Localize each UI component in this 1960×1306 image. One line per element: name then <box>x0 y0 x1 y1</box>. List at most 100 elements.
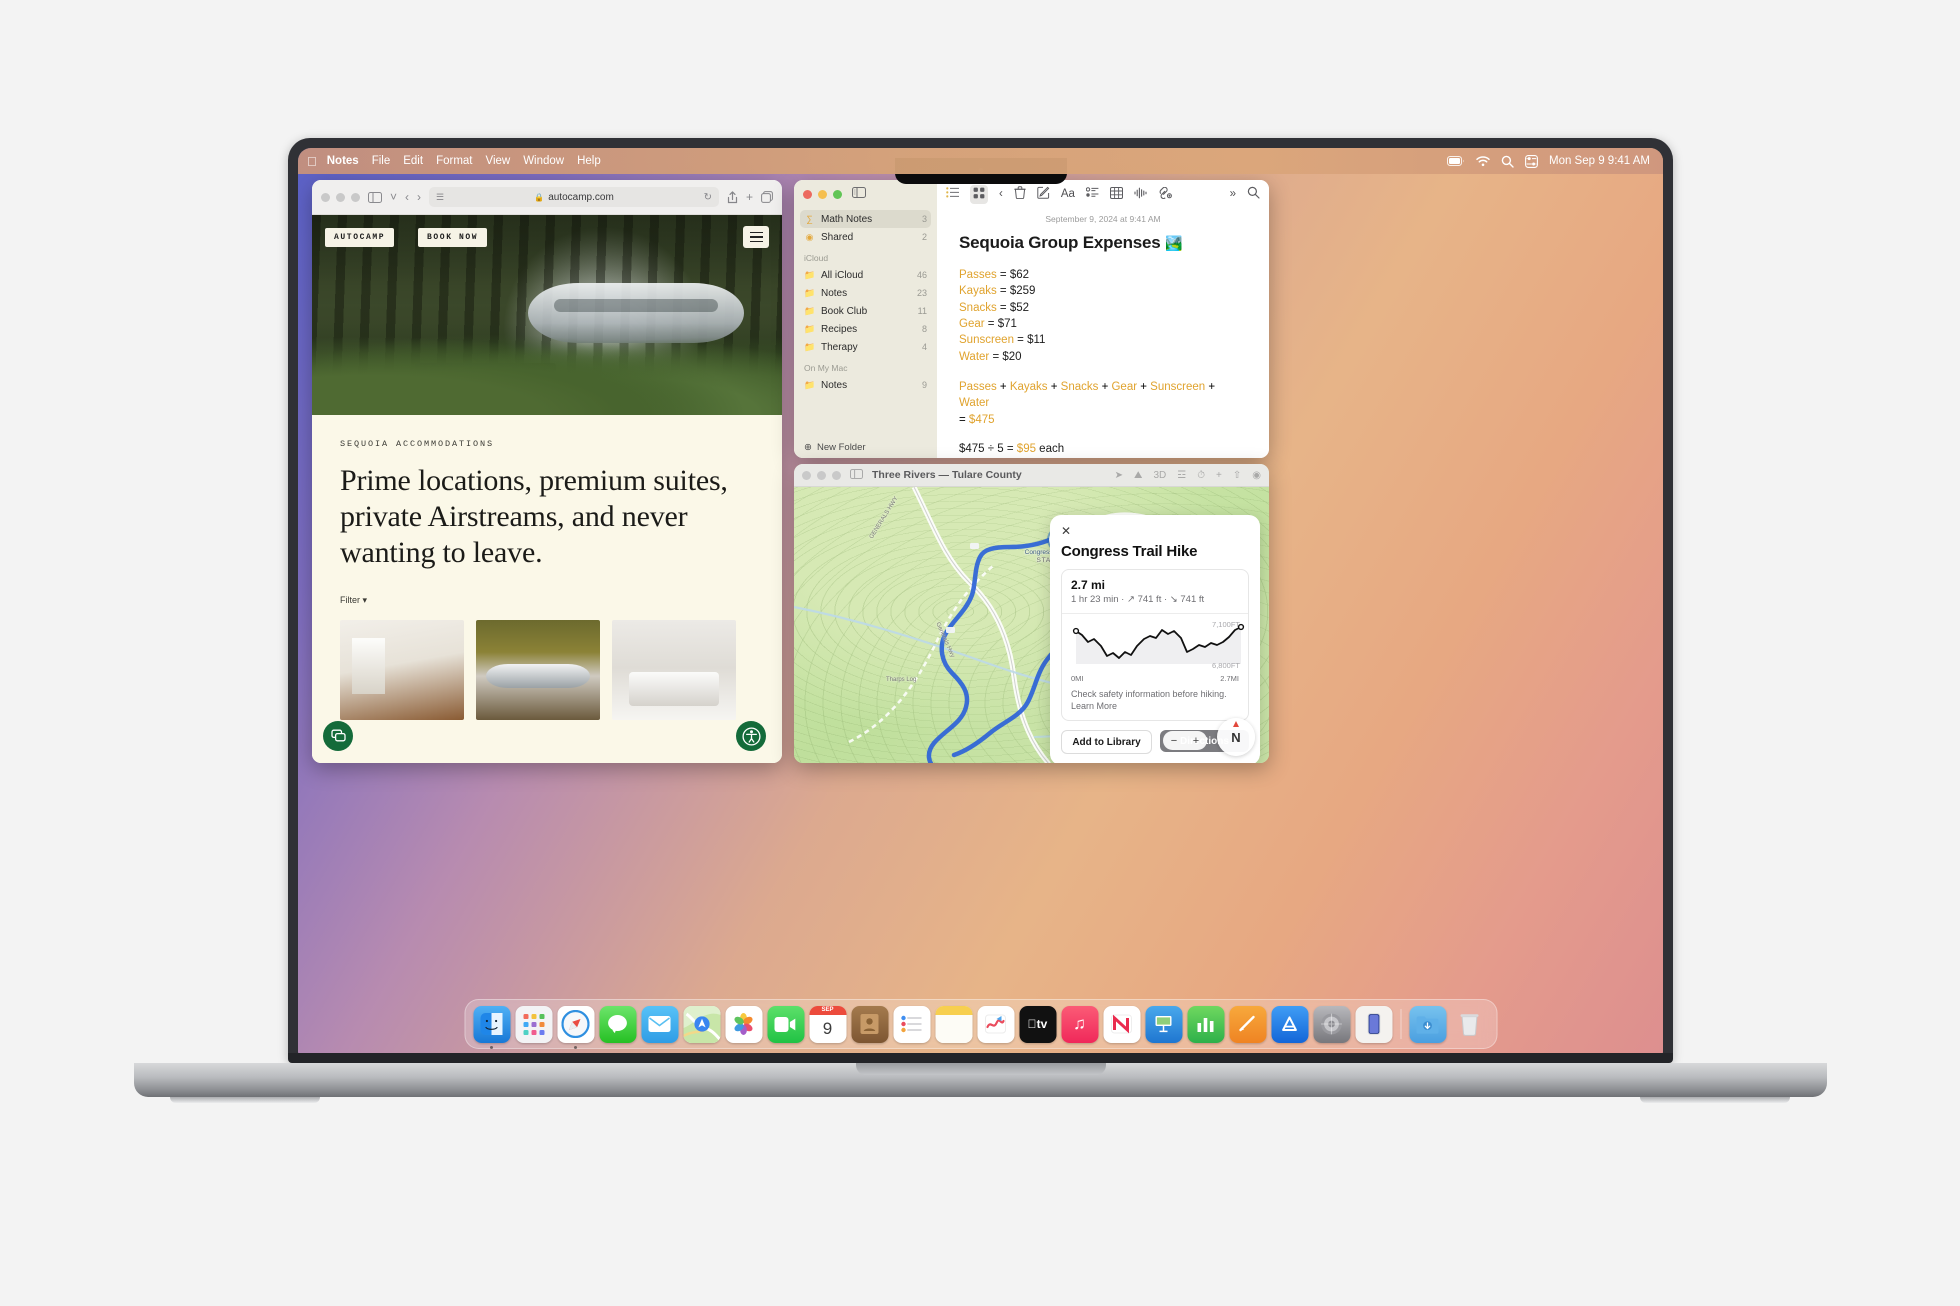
search-icon[interactable] <box>1501 155 1514 168</box>
compose-icon[interactable] <box>1037 186 1050 202</box>
safari-window[interactable]: ˅ ‹ › ☰ 🔒 autocamp.com ↻ + AUTOCAMP BOOK… <box>312 180 782 763</box>
back-icon[interactable]: ‹ <box>999 188 1003 200</box>
sidebar-item-recipes[interactable]: 📁 Recipes 8 <box>800 320 931 338</box>
dock-item-mail[interactable] <box>641 1005 678 1043</box>
control-center-icon[interactable] <box>1525 154 1538 168</box>
sidebar-item-notes[interactable]: 📁 Notes 23 <box>800 284 931 302</box>
maps-window[interactable]: Three Rivers — Tulare County ➤ ⛰ 3D ☲ ⏱ … <box>794 464 1269 763</box>
window-traffic-lights[interactable] <box>321 192 360 202</box>
listing-thumbnail[interactable] <box>340 620 464 720</box>
dock-item-notes[interactable] <box>935 1005 972 1043</box>
note-editor[interactable]: September 9, 2024 at 9:41 AM Sequoia Gro… <box>937 208 1269 458</box>
menu-hamburger-icon[interactable] <box>743 226 769 248</box>
new-tab-button[interactable]: + <box>746 190 753 204</box>
close-icon[interactable]: ✕ <box>1061 525 1249 537</box>
address-bar[interactable]: ☰ 🔒 autocamp.com ↻ <box>429 187 719 207</box>
dock-item-trash[interactable] <box>1451 1006 1488 1043</box>
sidebar-icon[interactable] <box>850 466 863 484</box>
tab-overview-button[interactable] <box>761 191 773 203</box>
learn-more-link[interactable]: Learn More <box>1071 701 1117 711</box>
listing-thumbnail[interactable] <box>612 620 736 720</box>
zoom-out-button[interactable]: − <box>1171 735 1177 747</box>
dock-item-messages[interactable] <box>599 1005 636 1043</box>
dock-item-launchpad[interactable] <box>515 1005 552 1043</box>
sidebar-chevron-down-icon[interactable]: ˅ <box>390 190 397 204</box>
filter-control[interactable]: Filter ▾ <box>340 595 754 606</box>
dock-item-contacts[interactable] <box>851 1005 888 1043</box>
dock-item-downloads[interactable] <box>1409 1005 1446 1043</box>
add-to-library-button[interactable]: Add to Library <box>1061 730 1152 755</box>
sidebar-icon[interactable] <box>368 191 382 203</box>
dock-item-app-store[interactable] <box>1271 1005 1308 1043</box>
checklist-icon[interactable] <box>1085 187 1099 201</box>
notes-window[interactable]: ‹ Aa » ∑ Math Notes 3 ◉ Shared 2 iCloud … <box>794 180 1269 458</box>
zoom-button[interactable] <box>351 192 360 202</box>
share-icon[interactable]: ⇧ <box>1233 470 1241 481</box>
menu-bar-clock[interactable]: Mon Sep 9 9:41 AM <box>1549 155 1650 167</box>
list-view-icon[interactable] <box>946 187 959 201</box>
reader-view-icon[interactable]: ☰ <box>436 192 444 203</box>
battery-icon[interactable] <box>1446 156 1465 166</box>
window-traffic-lights[interactable] <box>803 189 842 199</box>
sidebar-item-math-notes[interactable]: ∑ Math Notes 3 <box>800 210 931 228</box>
window-traffic-lights[interactable] <box>802 470 841 480</box>
dock-item-safari[interactable] <box>557 1005 594 1049</box>
minimize-button[interactable] <box>336 192 345 202</box>
transit-icon[interactable]: ⛰ <box>1134 470 1142 481</box>
dock-item-keynote[interactable] <box>1145 1005 1182 1043</box>
menu-item-edit[interactable]: Edit <box>403 155 423 167</box>
dock-item-news[interactable] <box>1103 1005 1140 1043</box>
book-now-button[interactable]: BOOK NOW <box>418 228 488 247</box>
menu-item-window[interactable]: Window <box>523 155 564 167</box>
notes-sidebar[interactable]: ∑ Math Notes 3 ◉ Shared 2 iCloud 📁 All i… <box>794 208 937 458</box>
dock-item-facetime[interactable] <box>767 1005 804 1043</box>
dock-item-system-settings[interactable] <box>1313 1005 1350 1043</box>
dock-item-numbers[interactable] <box>1187 1005 1224 1043</box>
menu-item-format[interactable]: Format <box>436 155 472 167</box>
back-button[interactable]: ‹ <box>405 190 409 204</box>
close-button[interactable] <box>803 189 812 199</box>
sidebar-item-book-club[interactable]: 📁 Book Club 11 <box>800 302 931 320</box>
account-icon[interactable]: ◉ <box>1252 470 1261 481</box>
dock-item-freeform[interactable] <box>977 1005 1014 1043</box>
sidebar-item-all-icloud[interactable]: 📁 All iCloud 46 <box>800 266 931 284</box>
format-icon[interactable]: Aa <box>1061 188 1075 200</box>
map-zoom-controls[interactable]: − + <box>1163 731 1207 750</box>
site-logo[interactable]: AUTOCAMP <box>325 228 395 247</box>
accessibility-icon[interactable] <box>736 721 766 751</box>
listing-thumbnail[interactable] <box>476 620 600 720</box>
sidebar-item-therapy[interactable]: 📁 Therapy 4 <box>800 338 931 356</box>
forward-button[interactable]: › <box>417 190 421 204</box>
minimize-button[interactable] <box>817 470 826 480</box>
dock-item-tv[interactable]: tv <box>1019 1005 1056 1043</box>
dock-item-reminders[interactable] <box>893 1005 930 1043</box>
menu-item-help[interactable]: Help <box>577 155 601 167</box>
dock-item-finder[interactable] <box>473 1005 510 1049</box>
add-icon[interactable]: + <box>1216 470 1222 481</box>
3d-toggle[interactable]: 3D <box>1153 470 1166 481</box>
share-button[interactable] <box>727 190 738 204</box>
sidebar-toggle-icon[interactable] <box>852 185 866 203</box>
close-button[interactable] <box>802 470 811 480</box>
link-icon[interactable] <box>1158 186 1172 202</box>
minimize-button[interactable] <box>818 189 827 199</box>
zoom-in-button[interactable]: + <box>1193 735 1199 747</box>
dock-item-maps[interactable] <box>683 1005 720 1043</box>
sidebar-item-shared[interactable]: ◉ Shared 2 <box>800 228 931 246</box>
dock-item-photos[interactable] <box>725 1005 762 1043</box>
dock-item-iphone-mirroring[interactable] <box>1355 1005 1392 1043</box>
dock-item-calendar[interactable]: SEP 9 <box>809 1005 846 1043</box>
map-canvas[interactable]: 🌲 Congress Loop Trailhead START • END GE… <box>794 487 1269 763</box>
table-icon[interactable] <box>1109 186 1123 202</box>
dock-item-music[interactable]: ♫ <box>1061 1005 1098 1043</box>
wifi-icon[interactable] <box>1476 155 1490 167</box>
zoom-button[interactable] <box>833 189 842 199</box>
locate-icon[interactable]: ➤ <box>1115 470 1123 481</box>
menu-item-file[interactable]: File <box>372 155 391 167</box>
route-icon[interactable]: ⏱ <box>1197 470 1205 481</box>
close-button[interactable] <box>321 192 330 202</box>
audio-icon[interactable] <box>1134 187 1147 202</box>
gallery-view-icon[interactable] <box>970 184 988 204</box>
zoom-button[interactable] <box>832 470 841 480</box>
new-folder-button[interactable]: ⊕ New Folder <box>794 436 937 458</box>
